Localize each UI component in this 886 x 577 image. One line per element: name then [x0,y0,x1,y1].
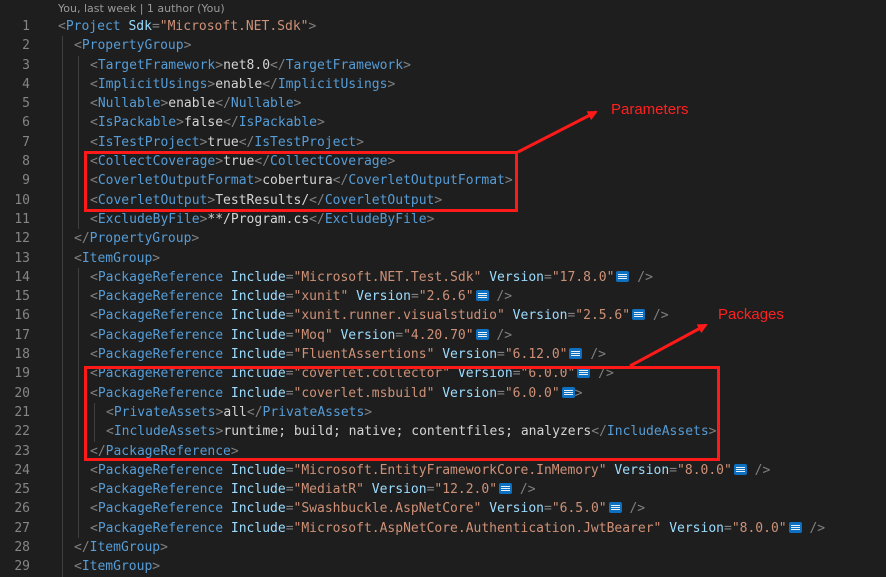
packages-arrow [629,323,708,368]
annotation-arrows [517,110,708,368]
packages-label: Packages [718,306,784,323]
parameters-arrow [517,110,598,154]
parameters-label: Parameters [611,101,689,118]
code-editor[interactable]: You, last week | 1 author (You) 1 <Projec… [0,0,886,577]
